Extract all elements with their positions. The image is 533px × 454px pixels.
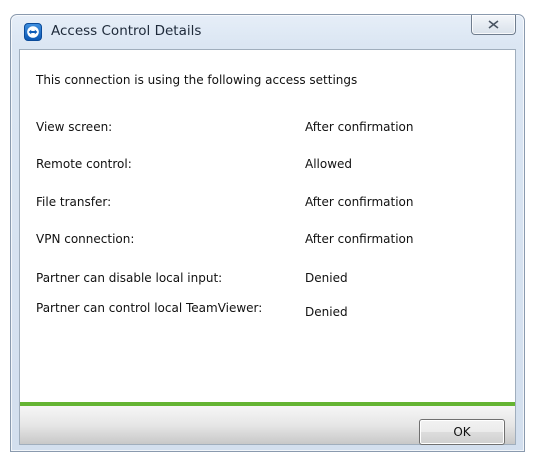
teamviewer-app-icon [24,23,42,41]
file-transfer-value: After confirmation [305,195,414,209]
view-screen-label: View screen: [36,120,113,134]
view-screen-value: After confirmation [305,120,414,134]
disable-local-input-label: Partner can disable local input: [36,271,223,285]
remote-control-value: Allowed [305,157,353,171]
vpn-connection-value: After confirmation [305,232,414,246]
remote-control-label: Remote control: [36,157,132,171]
button-bar: OK [20,406,515,445]
title-bar[interactable]: Access Control Details [11,15,524,49]
disable-local-input-value: Denied [305,271,348,285]
control-local-teamviewer-value: Denied [305,305,348,319]
control-local-teamviewer-label: Partner can control local TeamViewer: [36,301,263,315]
access-control-dialog: Access Control Details This connection i… [10,14,525,452]
ok-button[interactable]: OK [419,419,505,445]
file-transfer-label: File transfer: [36,195,112,209]
close-button[interactable] [471,15,516,35]
dialog-content: This connection is using the following a… [19,49,516,445]
intro-text: This connection is using the following a… [36,73,358,87]
vpn-connection-label: VPN connection: [36,232,135,246]
window-title: Access Control Details [51,23,202,39]
close-icon [488,20,499,29]
